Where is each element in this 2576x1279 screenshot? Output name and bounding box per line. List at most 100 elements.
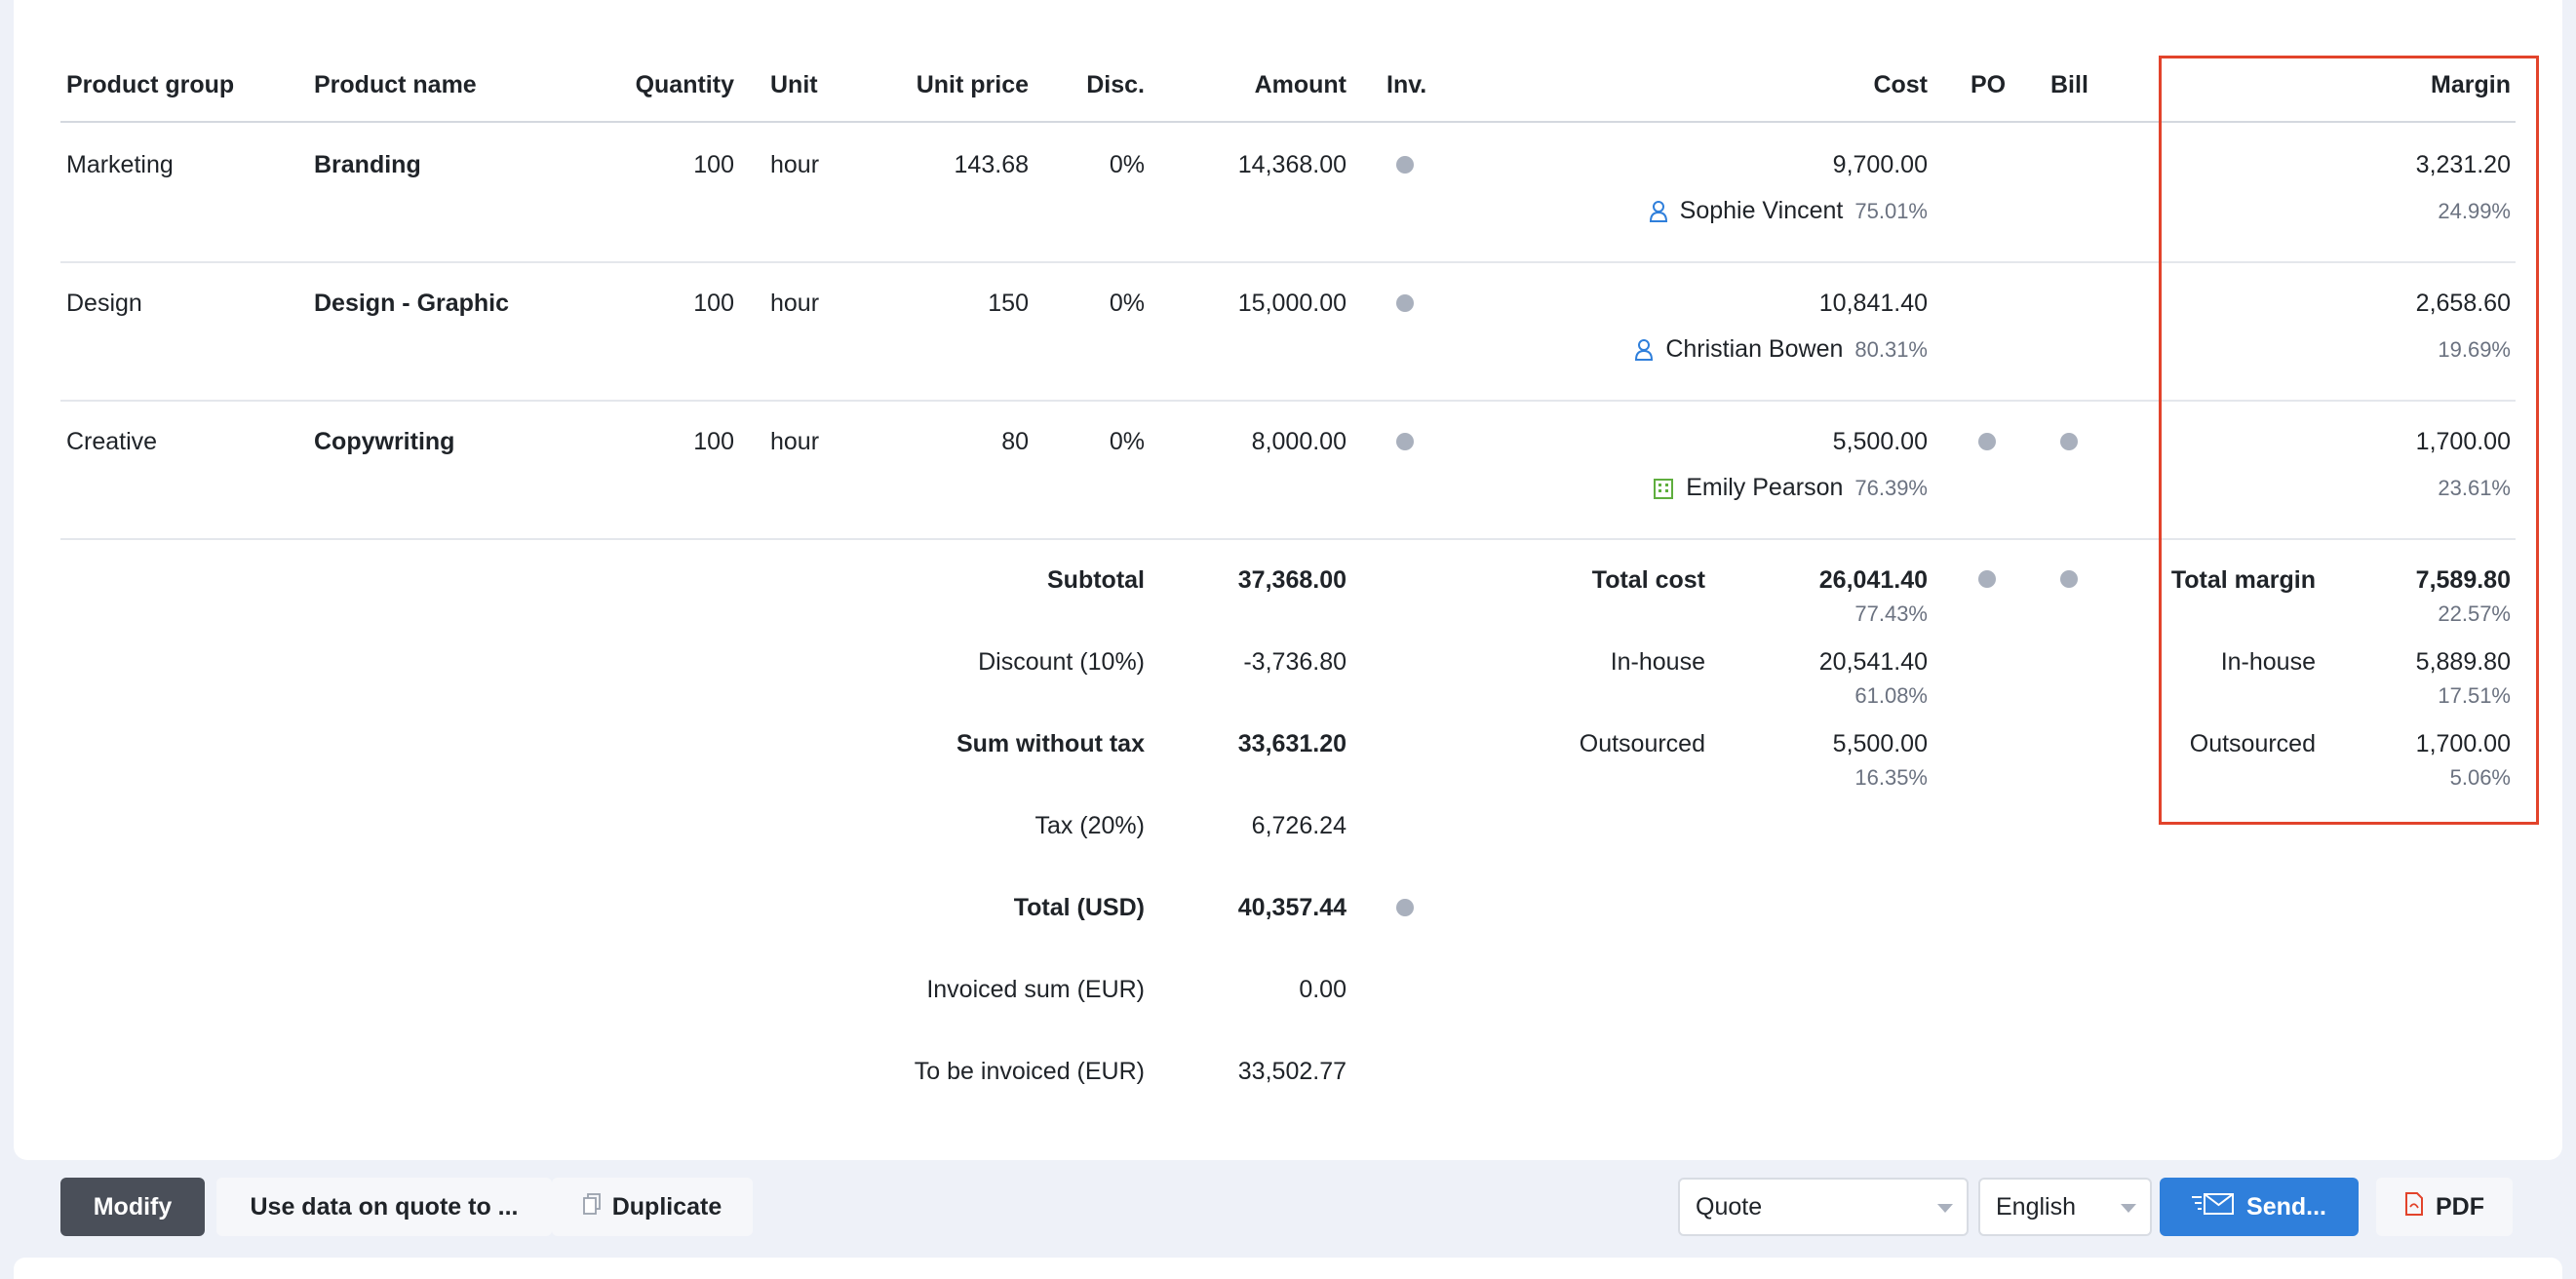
discount-value: -3,736.80: [1243, 648, 1347, 676]
cost-owner-pct: 80.31%: [1854, 336, 1928, 362]
row-product-group: Creative: [66, 428, 158, 455]
row-amount: 15,000.00: [1237, 290, 1347, 317]
row-product-group: Design: [66, 290, 142, 317]
use-data-on-quote-button[interactable]: Use data on quote to ...: [216, 1178, 552, 1236]
send-button[interactable]: Send...: [2160, 1178, 2359, 1236]
outsourced-cost-value: 5,500.00: [1832, 730, 1928, 757]
row-unit-price: 150: [988, 290, 1029, 317]
inhouse-cost-label: In-house: [1610, 648, 1705, 676]
row-unit: hour: [770, 151, 820, 178]
next-section-edge: [14, 1258, 2562, 1279]
row-product-group: Marketing: [66, 151, 174, 178]
bill-status-dot: [2060, 433, 2078, 450]
language-value: English: [1996, 1192, 2076, 1221]
total-cost-pct: 77.43%: [1854, 601, 1928, 626]
send-button-label: Send...: [2246, 1192, 2326, 1221]
row-cost: 9,700.00: [1832, 151, 1928, 178]
row-discount: 0%: [1109, 290, 1145, 317]
modify-button-label: Modify: [93, 1192, 173, 1221]
building-icon: [1653, 477, 1674, 500]
inhouse-cost-value: 20,541.40: [1818, 648, 1928, 676]
user-icon: [1634, 338, 1654, 362]
total-label: Total (USD): [1013, 894, 1145, 921]
row-cost-owner[interactable]: Emily Pearson 76.39%: [1653, 474, 1928, 502]
invoice-status-dot: [1396, 294, 1414, 312]
document-type-value: Quote: [1696, 1192, 1763, 1221]
row-amount: 14,368.00: [1237, 151, 1347, 178]
total-value: 40,357.44: [1237, 894, 1347, 921]
row-cost-owner[interactable]: Christian Bowen 80.31%: [1634, 335, 1928, 364]
row-unit: hour: [770, 428, 820, 455]
row-cost: 10,841.40: [1818, 290, 1928, 317]
row-divider: [60, 400, 2516, 402]
invoice-status-dot: [1396, 156, 1414, 174]
discount-label: Discount (10%): [978, 648, 1145, 676]
row-product-name: Copywriting: [314, 428, 455, 455]
chevron-down-icon: [2121, 1204, 2136, 1213]
invoice-status-dot: [1396, 433, 1414, 450]
cost-owner-name: Sophie Vincent: [1679, 197, 1844, 224]
sum-without-tax-label: Sum without tax: [956, 730, 1145, 757]
pdf-file-icon: [2404, 1191, 2424, 1222]
header-amount: Amount: [1254, 71, 1347, 98]
use-data-button-label: Use data on quote to ...: [250, 1192, 519, 1221]
header-unit: Unit: [770, 71, 818, 98]
chevron-down-icon: [1937, 1204, 1953, 1213]
row-quantity: 100: [693, 151, 734, 178]
header-quantity: Quantity: [635, 71, 734, 98]
row-amount: 8,000.00: [1251, 428, 1347, 455]
header-product-group: Product group: [66, 71, 235, 98]
total-po-status-dot: [1978, 570, 1996, 588]
header-discount: Disc.: [1086, 71, 1145, 98]
total-cost-value: 26,041.40: [1818, 566, 1928, 594]
row-unit-price: 80: [1001, 428, 1029, 455]
to-be-invoiced-value: 33,502.77: [1237, 1058, 1347, 1085]
total-cost-label: Total cost: [1591, 566, 1705, 594]
subtotal-value: 37,368.00: [1237, 566, 1347, 594]
outsourced-cost-label: Outsourced: [1579, 730, 1705, 757]
invoiced-sum-label: Invoiced sum (EUR): [926, 976, 1145, 1003]
row-unit: hour: [770, 290, 820, 317]
pdf-button[interactable]: PDF: [2376, 1178, 2513, 1236]
row-divider: [60, 261, 2516, 263]
row-cost-owner[interactable]: Sophie Vincent 75.01%: [1649, 197, 1928, 225]
header-po: PO: [1971, 71, 2007, 98]
header-divider: [60, 121, 2516, 123]
send-mail-icon: [2192, 1191, 2235, 1223]
user-icon: [1649, 200, 1668, 223]
to-be-invoiced-label: To be invoiced (EUR): [914, 1058, 1145, 1085]
cost-owner-pct: 75.01%: [1854, 198, 1928, 223]
document-type-select[interactable]: Quote: [1678, 1178, 1969, 1236]
tax-label: Tax (20%): [1034, 812, 1145, 839]
header-bill: Bill: [2050, 71, 2088, 98]
row-product-name: Design - Graphic: [314, 290, 510, 317]
row-product-name: Branding: [314, 151, 421, 178]
subtotal-label: Subtotal: [1047, 566, 1145, 594]
cost-owner-name: Christian Bowen: [1665, 335, 1844, 363]
pdf-button-label: PDF: [2436, 1192, 2484, 1221]
total-invoice-status-dot: [1396, 899, 1414, 916]
header-cost: Cost: [1873, 71, 1928, 98]
po-status-dot: [1978, 433, 1996, 450]
cost-owner-pct: 76.39%: [1854, 475, 1928, 500]
invoiced-sum-value: 0.00: [1299, 976, 1347, 1003]
row-divider: [60, 538, 2516, 540]
duplicate-button-label: Duplicate: [611, 1192, 722, 1221]
header-unit-price: Unit price: [916, 71, 1029, 98]
duplicate-button[interactable]: Duplicate: [552, 1178, 753, 1236]
row-cost: 5,500.00: [1832, 428, 1928, 455]
row-unit-price: 143.68: [954, 151, 1029, 178]
total-bill-status-dot: [2060, 570, 2078, 588]
modify-button[interactable]: Modify: [60, 1178, 205, 1236]
row-discount: 0%: [1109, 151, 1145, 178]
language-select[interactable]: English: [1978, 1178, 2152, 1236]
outsourced-cost-pct: 16.35%: [1854, 765, 1928, 790]
sum-without-tax-value: 33,631.20: [1237, 730, 1347, 757]
tax-value: 6,726.24: [1251, 812, 1347, 839]
header-invoiced: Inv.: [1386, 71, 1427, 98]
header-product-name: Product name: [314, 71, 477, 98]
row-quantity: 100: [693, 428, 734, 455]
copy-icon: [582, 1192, 601, 1221]
row-quantity: 100: [693, 290, 734, 317]
cost-owner-name: Emily Pearson: [1686, 474, 1844, 501]
